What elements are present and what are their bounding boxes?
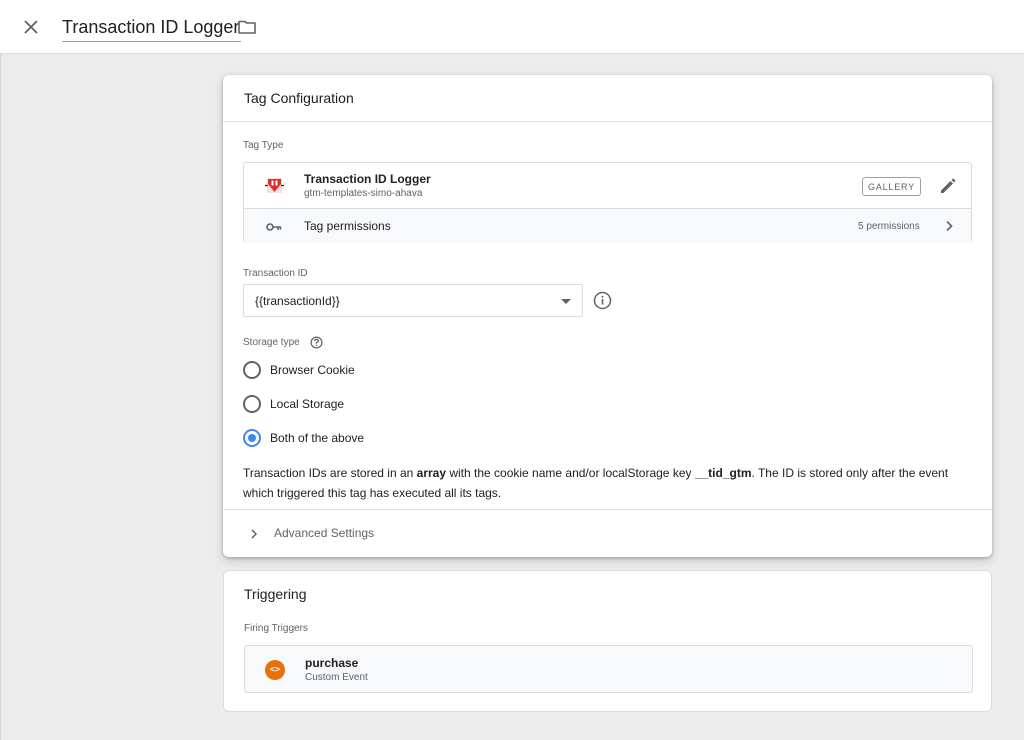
gallery-button[interactable]: GALLERY — [862, 177, 921, 196]
key-icon — [266, 220, 282, 232]
tag-name-field[interactable]: Transaction ID Logger — [62, 14, 242, 42]
radio-both[interactable]: Both of the above — [243, 427, 443, 449]
trigger-name: purchase — [305, 656, 359, 670]
radio-local-storage[interactable]: Local Storage — [243, 393, 443, 415]
tag-configuration-card: Tag Configuration Tag Type Transaction I… — [223, 75, 992, 557]
tag-permissions-label: Tag permissions — [304, 219, 391, 233]
template-logo-icon — [264, 175, 285, 196]
radio-label: Local Storage — [270, 397, 345, 411]
trigger-type: Custom Event — [305, 672, 368, 683]
chevron-right-icon — [943, 219, 955, 233]
help-icon[interactable] — [310, 336, 323, 349]
chevron-right-icon — [249, 527, 259, 539]
page-title: Transaction ID Logger — [62, 17, 240, 37]
tag-type-name: Transaction ID Logger — [304, 172, 431, 186]
firing-triggers-label: Firing Triggers — [244, 623, 308, 634]
pencil-icon[interactable] — [938, 176, 958, 196]
code-icon: <> — [265, 660, 285, 680]
transaction-id-label: Transaction ID — [243, 268, 308, 279]
tag-configuration-title: Tag Configuration — [244, 90, 354, 106]
storage-description: Transaction IDs are stored in an array w… — [243, 463, 963, 503]
left-divider — [0, 54, 1, 740]
radio-label: Browser Cookie — [270, 363, 355, 377]
radio-button[interactable] — [243, 395, 261, 413]
dropdown-arrow-icon — [561, 299, 571, 304]
tag-configuration-header: Tag Configuration — [223, 75, 992, 122]
triggering-title: Triggering — [244, 586, 307, 602]
tag-type-row[interactable]: Transaction ID Logger gtm-templates-simo… — [244, 163, 971, 208]
description-text: with the cookie name and/or localStorage… — [446, 466, 695, 480]
triggering-card: Triggering Firing Triggers <> purchase C… — [223, 570, 992, 712]
permissions-count: 5 permissions — [858, 221, 920, 232]
radio-label: Both of the above — [270, 431, 365, 445]
advanced-settings-row[interactable]: Advanced Settings — [223, 509, 992, 556]
trigger-item[interactable]: <> purchase Custom Event — [244, 645, 973, 693]
storage-type-label: Storage type — [243, 337, 300, 348]
tag-permissions-row[interactable]: Tag permissions 5 permissions — [244, 208, 971, 243]
tag-type-publisher: gtm-templates-simo-ahava — [304, 188, 423, 199]
radio-button-selected[interactable] — [243, 429, 261, 447]
info-icon[interactable] — [593, 291, 612, 310]
description-bold: __tid_gtm — [694, 466, 752, 480]
tag-type-label: Tag Type — [243, 140, 284, 151]
radio-browser-cookie[interactable]: Browser Cookie — [243, 359, 443, 381]
top-bar: Transaction ID Logger — [0, 0, 1024, 54]
description-text: Transaction IDs are stored in an — [243, 466, 417, 480]
tag-type-box: Transaction ID Logger gtm-templates-simo… — [243, 162, 972, 243]
close-icon[interactable] — [20, 16, 42, 38]
transaction-id-value: {{transactionId}} — [255, 294, 340, 308]
folder-icon[interactable] — [237, 17, 257, 37]
advanced-settings-label: Advanced Settings — [274, 526, 375, 540]
transaction-id-select[interactable]: {{transactionId}} — [243, 284, 583, 317]
description-bold: array — [416, 466, 447, 480]
radio-button[interactable] — [243, 361, 261, 379]
